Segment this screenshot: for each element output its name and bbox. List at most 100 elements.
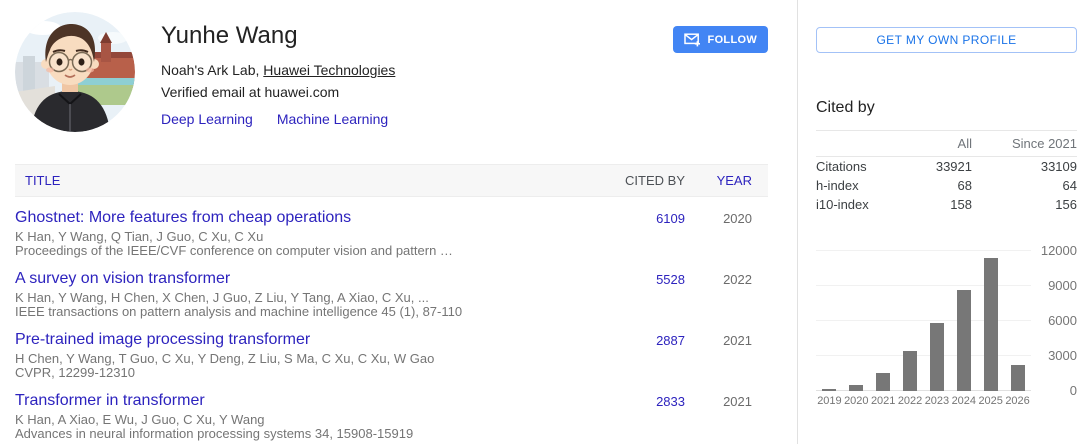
chart-ytick-label: 3000 — [1048, 349, 1077, 363]
get-my-own-profile-button[interactable]: GET MY OWN PROFILE — [816, 27, 1077, 53]
research-tags: Deep Learning Machine Learning — [161, 111, 395, 127]
envelope-plus-icon — [684, 33, 701, 47]
chart-plot — [816, 251, 1031, 391]
publication-main: A survey on vision transformer K Han, Y … — [15, 270, 613, 319]
stats-value-all[interactable]: 33921 — [887, 159, 972, 174]
publication-title[interactable]: Transformer in transformer — [15, 392, 613, 409]
chart-xtick-label: 2023 — [924, 395, 951, 407]
stats-col-all: All — [887, 136, 972, 151]
publication-year: 2021 — [698, 331, 768, 380]
publication-venue: Proceedings of the IEEE/CVF conference o… — [15, 244, 613, 258]
profile-header: Yunhe Wang Noah's Ark Lab, Huawei Techno… — [15, 12, 768, 132]
stats-label: h-index — [816, 178, 887, 193]
publication-row: A survey on vision transformer K Han, Y … — [15, 258, 768, 319]
chart-ytick-label: 12000 — [1041, 244, 1077, 258]
chart-bar-slot — [816, 251, 843, 391]
profile-name: Yunhe Wang — [161, 22, 395, 50]
sort-by-year[interactable]: YEAR — [698, 173, 768, 188]
publication-main: Pre-trained image processing transformer… — [15, 331, 613, 380]
chart-bar-slot — [1004, 251, 1031, 391]
citations-per-year-chart: 20192020202120222023202420252026 0 3000 60… — [816, 251, 1077, 407]
publication-row: Ghostnet: More features from cheap opera… — [15, 197, 768, 258]
stats-row-i10-index: i10-index 158 156 — [816, 195, 1077, 214]
publication-row: Transformer in transformer K Han, A Xiao… — [15, 380, 768, 441]
main-column: Yunhe Wang Noah's Ark Lab, Huawei Techno… — [0, 0, 797, 444]
chart-plot-area: 20192020202120222023202420252026 — [816, 251, 1031, 407]
chart-bar-slot — [870, 251, 897, 391]
publication-title[interactable]: A survey on vision transformer — [15, 270, 613, 287]
stats-col-since: Since 2021 — [972, 136, 1077, 151]
chart-bar-2019[interactable] — [822, 389, 836, 391]
chart-xtick-label: 2024 — [950, 395, 977, 407]
stats-value-all[interactable]: 158 — [887, 197, 972, 212]
publication-year: 2020 — [698, 209, 768, 258]
stats-value-since[interactable]: 64 — [972, 178, 1077, 193]
chart-bar-2026[interactable] — [1011, 365, 1025, 391]
chart-x-labels: 20192020202120222023202420252026 — [816, 395, 1031, 407]
chart-y-labels: 030006000900012000 — [1031, 251, 1077, 391]
stats-header-row: All Since 2021 — [816, 130, 1077, 157]
publication-row: Pre-trained image processing transformer… — [15, 319, 768, 380]
avatar — [15, 12, 135, 132]
chart-xtick-label: 2020 — [843, 395, 870, 407]
publication-authors: H Chen, Y Wang, T Guo, C Xu, Y Deng, Z L… — [15, 352, 613, 366]
chart-bar-slot — [977, 251, 1004, 391]
publication-year: 2021 — [698, 392, 768, 441]
chart-xtick-label: 2019 — [816, 395, 843, 407]
publication-title[interactable]: Ghostnet: More features from cheap opera… — [15, 209, 613, 226]
chart-bar-slot — [897, 251, 924, 391]
stats-label: Citations — [816, 159, 887, 174]
stats-value-all[interactable]: 68 — [887, 178, 972, 193]
cited-by-count[interactable]: 2833 — [613, 392, 698, 441]
profile-info: Yunhe Wang Noah's Ark Lab, Huawei Techno… — [161, 12, 395, 132]
chart-bar-2021[interactable] — [876, 373, 890, 391]
chart-bar-slot — [843, 251, 870, 391]
chart-bar-2023[interactable] — [930, 323, 944, 391]
cited-by-heading: Cited by — [816, 99, 1077, 117]
tag-deep-learning[interactable]: Deep Learning — [161, 111, 253, 127]
chart-bar-2022[interactable] — [903, 351, 917, 391]
verified-email: Verified email at huawei.com — [161, 84, 395, 100]
chart-ytick-label: 9000 — [1048, 279, 1077, 293]
chart-xtick-label: 2021 — [870, 395, 897, 407]
tag-machine-learning[interactable]: Machine Learning — [277, 111, 388, 127]
publication-main: Transformer in transformer K Han, A Xiao… — [15, 392, 613, 441]
avatar-illustration — [15, 12, 135, 132]
stats-value-since[interactable]: 33109 — [972, 159, 1077, 174]
chart-bar-2024[interactable] — [957, 290, 971, 391]
chart-bar-2025[interactable] — [984, 258, 998, 391]
chart-bars — [816, 251, 1031, 391]
follow-button[interactable]: FOLLOW — [673, 26, 768, 53]
cited-by-count[interactable]: 2887 — [613, 331, 698, 380]
publication-title[interactable]: Pre-trained image processing transformer — [15, 331, 613, 348]
stats-row-citations: Citations 33921 33109 — [816, 157, 1077, 176]
cited-by-count[interactable]: 6109 — [613, 209, 698, 258]
publication-main: Ghostnet: More features from cheap opera… — [15, 209, 613, 258]
affiliation-text: Noah's Ark Lab, — [161, 62, 263, 78]
cited-by-count[interactable]: 5528 — [613, 270, 698, 319]
chart-bar-slot — [924, 251, 951, 391]
publication-authors: K Han, Y Wang, Q Tian, J Guo, C Xu, C Xu — [15, 230, 613, 244]
sort-by-title[interactable]: TITLE — [15, 173, 613, 188]
publication-venue: IEEE transactions on pattern analysis an… — [15, 305, 613, 319]
publication-venue: CVPR, 12299-12310 — [15, 366, 613, 380]
publication-authors: K Han, Y Wang, H Chen, X Chen, J Guo, Z … — [15, 291, 613, 305]
chart-bar-slot — [950, 251, 977, 391]
follow-label: FOLLOW — [708, 34, 757, 46]
stats-row-h-index: h-index 68 64 — [816, 176, 1077, 195]
publication-authors: K Han, A Xiao, E Wu, J Guo, C Xu, Y Wang — [15, 413, 613, 427]
sort-by-cited: CITED BY — [613, 173, 698, 188]
publications-header: TITLE CITED BY YEAR — [15, 164, 768, 197]
stats-value-since[interactable]: 156 — [972, 197, 1077, 212]
publication-venue: Advances in neural information processin… — [15, 427, 613, 441]
stats-label: i10-index — [816, 197, 887, 212]
affiliation-link[interactable]: Huawei Technologies — [263, 62, 395, 78]
chart-xtick-label: 2025 — [977, 395, 1004, 407]
affiliation: Noah's Ark Lab, Huawei Technologies — [161, 62, 395, 78]
publication-year: 2022 — [698, 270, 768, 319]
citation-stats-table: All Since 2021 Citations 33921 33109 h-i… — [816, 130, 1077, 214]
chart-ytick-label: 0 — [1070, 384, 1077, 398]
scholar-profile-page: Yunhe Wang Noah's Ark Lab, Huawei Techno… — [0, 0, 1080, 444]
chart-bar-2020[interactable] — [849, 385, 863, 391]
chart-ytick-label: 6000 — [1048, 314, 1077, 328]
